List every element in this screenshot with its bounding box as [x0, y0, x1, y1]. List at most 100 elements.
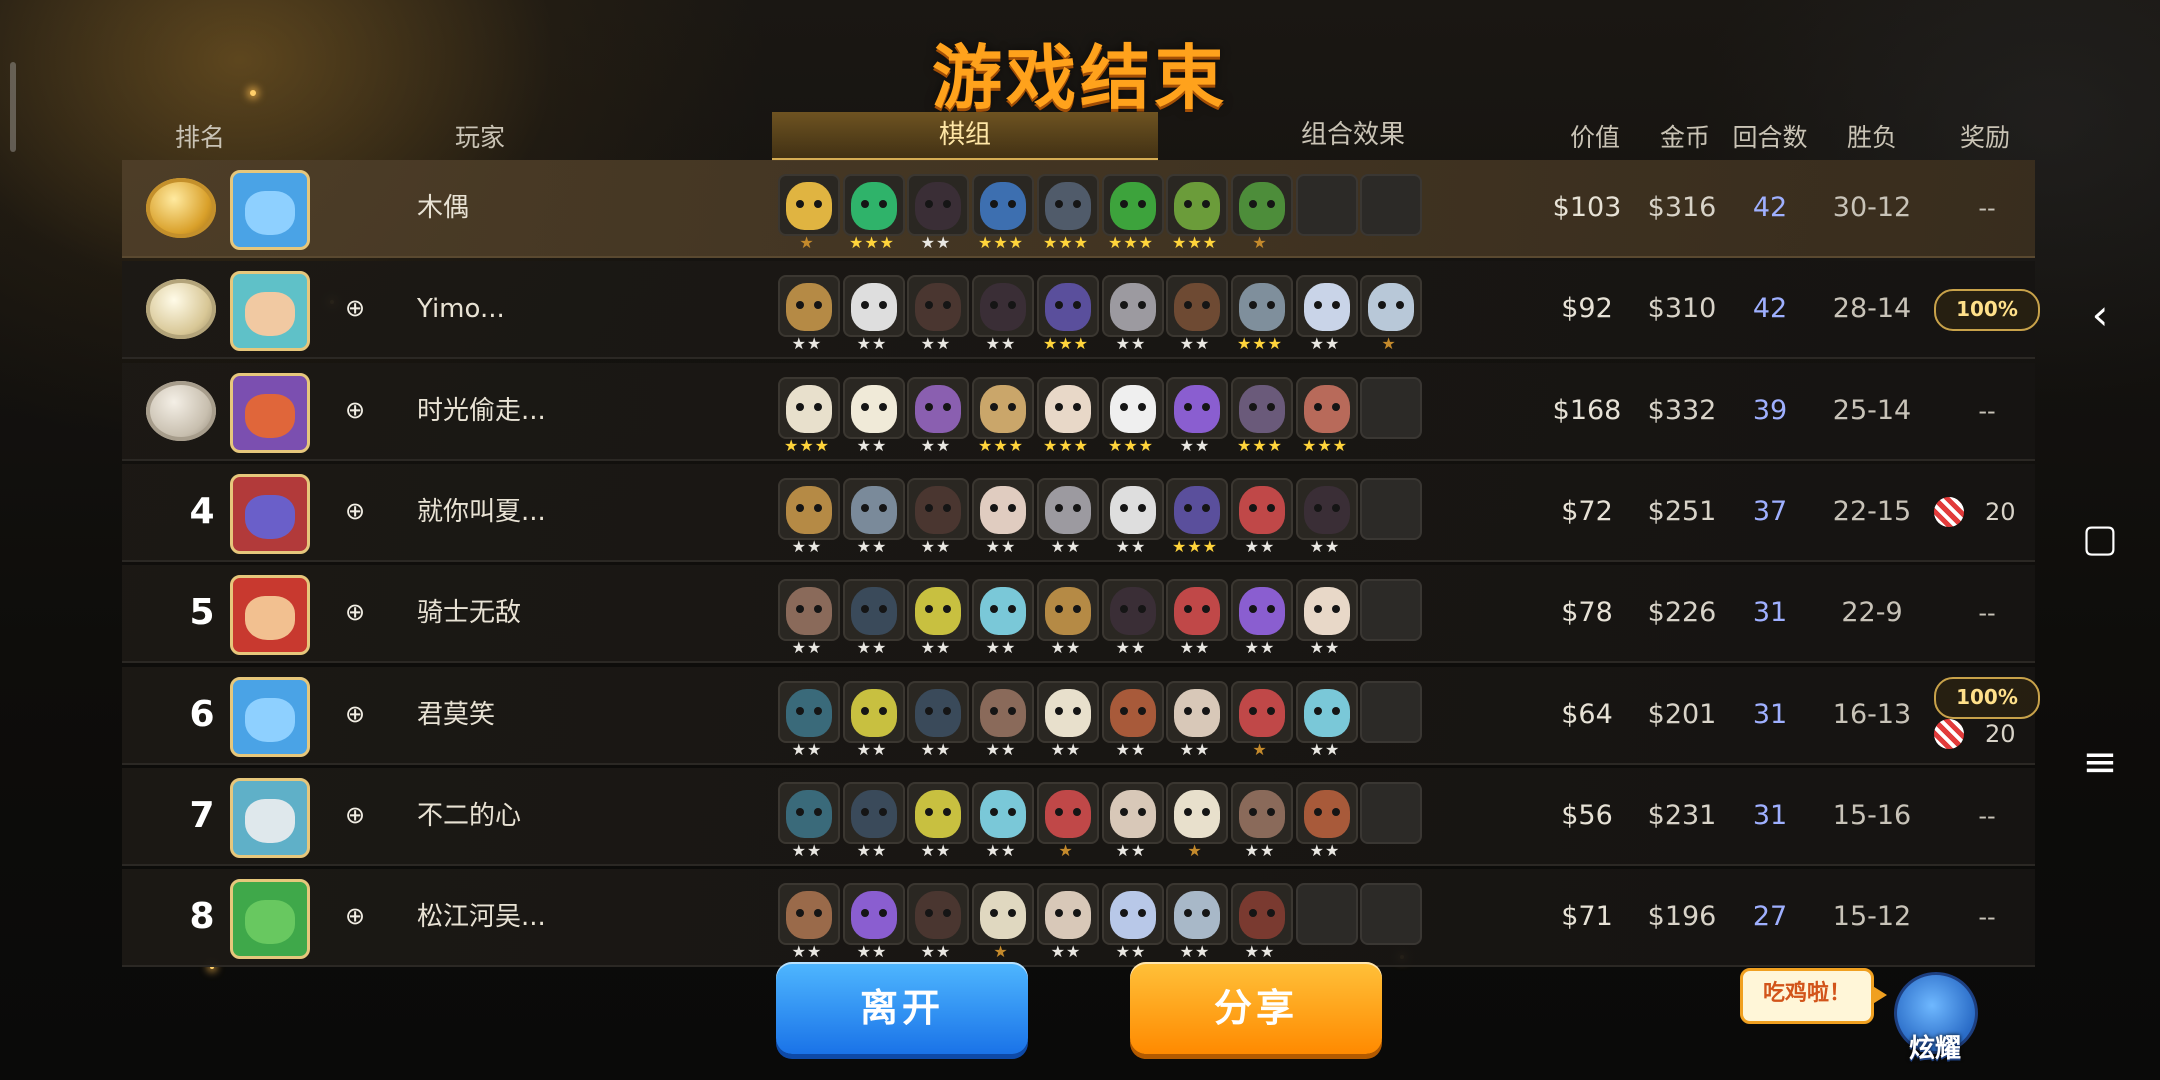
tab-lineup[interactable]: 棋组 [772, 112, 1158, 161]
chess-piece-icon[interactable] [843, 275, 905, 337]
chess-piece-icon[interactable] [843, 478, 905, 540]
chess-piece-icon[interactable] [1166, 883, 1228, 945]
chess-piece-icon[interactable] [843, 782, 905, 844]
add-friend-icon[interactable]: ⊕ [340, 901, 370, 931]
chess-piece-icon[interactable] [1231, 579, 1293, 641]
chess-piece-icon[interactable] [778, 377, 840, 439]
chess-piece-icon[interactable] [1296, 275, 1358, 337]
chess-piece-icon[interactable] [778, 681, 840, 743]
chess-piece-icon[interactable] [843, 377, 905, 439]
chess-piece-icon[interactable] [1360, 275, 1422, 337]
chess-piece-icon[interactable] [972, 883, 1034, 945]
chess-piece-icon[interactable] [778, 478, 840, 540]
avatar[interactable] [230, 778, 310, 858]
add-friend-icon[interactable]: ⊕ [340, 800, 370, 830]
chess-piece-icon[interactable] [1231, 883, 1293, 945]
chess-piece-icon[interactable] [972, 782, 1034, 844]
chess-piece-icon[interactable] [1231, 377, 1293, 439]
show-off-button[interactable]: 炫耀 [1890, 968, 1980, 1064]
add-friend-icon[interactable]: ⊕ [340, 496, 370, 526]
chess-piece-icon[interactable] [907, 275, 969, 337]
player-row[interactable]: ⊕ Yimo... ★★ ★★ ★★ ★★ ★★★ ★★ ★★ ★★★ ★★ ★ $92 $310 42 28… [122, 261, 2040, 359]
add-friend-icon[interactable]: ⊕ [340, 699, 370, 729]
player-row[interactable]: 5 ⊕ 骑士无敌 ★★ ★★ ★★ ★★ ★★ ★★ ★★ ★★ ★★ $78 $226 31 22-9 -- [122, 565, 2035, 663]
chess-piece-icon[interactable] [778, 579, 840, 641]
chess-piece-icon[interactable] [1102, 782, 1164, 844]
chess-piece-icon[interactable] [1102, 478, 1164, 540]
chess-piece-icon[interactable] [1231, 174, 1293, 236]
chess-piece-icon[interactable] [1102, 174, 1164, 236]
chess-piece-icon[interactable] [1102, 579, 1164, 641]
chess-piece-icon[interactable] [1166, 377, 1228, 439]
chess-piece-icon[interactable] [843, 174, 905, 236]
chess-piece-icon[interactable] [1102, 377, 1164, 439]
chess-piece-icon[interactable] [972, 681, 1034, 743]
add-friend-icon[interactable]: ⊕ [340, 293, 370, 323]
chess-piece-icon[interactable] [907, 377, 969, 439]
player-row[interactable]: 8 ⊕ 松江河吴... ★★ ★★ ★★ ★ ★★ ★★ ★★ ★★ $71 $196 27 15-12 -- [122, 869, 2035, 967]
chess-piece-icon[interactable] [1037, 883, 1099, 945]
chess-piece-icon[interactable] [1166, 174, 1228, 236]
back-icon[interactable]: ‹ [2070, 285, 2130, 345]
avatar[interactable] [230, 677, 310, 757]
chess-piece-icon[interactable] [1166, 782, 1228, 844]
tab-synergy[interactable]: 组合效果 [1160, 112, 1546, 158]
chess-piece-icon[interactable] [1296, 579, 1358, 641]
chess-piece-icon[interactable] [972, 377, 1034, 439]
chess-piece-icon[interactable] [1296, 478, 1358, 540]
chess-piece-icon[interactable] [1102, 883, 1164, 945]
chess-piece-icon[interactable] [972, 174, 1034, 236]
player-row[interactable]: 4 ⊕ 就你叫夏... ★★ ★★ ★★ ★★ ★★ ★★ ★★★ ★★ ★★ $72 $251 37 22-… [122, 464, 2035, 562]
leave-button[interactable]: 离开 [776, 962, 1028, 1054]
chess-piece-icon[interactable] [1296, 681, 1358, 743]
chess-piece-icon[interactable] [907, 478, 969, 540]
player-row[interactable]: 木偶 ★ ★★★ ★★ ★★★ ★★★ ★★★ ★★★ ★ $103 $316 42 30-12 -- [122, 160, 2035, 258]
chess-piece-icon[interactable] [1102, 275, 1164, 337]
chess-piece-icon[interactable] [972, 579, 1034, 641]
add-friend-icon[interactable]: ⊕ [340, 395, 370, 425]
chess-piece-icon[interactable] [1102, 681, 1164, 743]
avatar[interactable] [230, 879, 310, 959]
avatar[interactable] [230, 373, 310, 453]
avatar[interactable] [230, 474, 310, 554]
chess-piece-icon[interactable] [1231, 782, 1293, 844]
chess-piece-icon[interactable] [907, 174, 969, 236]
chess-piece-icon[interactable] [907, 883, 969, 945]
share-button[interactable]: 分享 [1130, 962, 1382, 1054]
player-row[interactable]: 7 ⊕ 不二的心 ★★ ★★ ★★ ★★ ★ ★★ ★ ★★ ★★ $56 $231 31 15-16 -- [122, 768, 2035, 866]
chess-piece-icon[interactable] [843, 579, 905, 641]
chess-piece-icon[interactable] [1231, 275, 1293, 337]
avatar[interactable] [230, 271, 310, 351]
chess-piece-icon[interactable] [1166, 579, 1228, 641]
chess-piece-icon[interactable] [1296, 377, 1358, 439]
chess-piece-icon[interactable] [778, 174, 840, 236]
chess-piece-icon[interactable] [1166, 681, 1228, 743]
chess-piece-icon[interactable] [1037, 377, 1099, 439]
avatar[interactable] [230, 575, 310, 655]
add-friend-icon[interactable]: ⊕ [340, 597, 370, 627]
chess-piece-icon[interactable] [907, 681, 969, 743]
chess-piece-icon[interactable] [1231, 478, 1293, 540]
chess-piece-icon[interactable] [972, 478, 1034, 540]
chess-piece-icon[interactable] [1037, 275, 1099, 337]
chess-piece-icon[interactable] [1037, 478, 1099, 540]
chess-piece-icon[interactable] [1296, 782, 1358, 844]
chess-piece-icon[interactable] [1231, 681, 1293, 743]
chess-piece-icon[interactable] [843, 681, 905, 743]
avatar[interactable] [230, 170, 310, 250]
chess-piece-icon[interactable] [1166, 275, 1228, 337]
chess-piece-icon[interactable] [1037, 681, 1099, 743]
menu-icon[interactable]: ≡ [2070, 732, 2130, 792]
chess-piece-icon[interactable] [1037, 174, 1099, 236]
chess-piece-icon[interactable] [1037, 782, 1099, 844]
chess-piece-icon[interactable] [778, 883, 840, 945]
chess-piece-icon[interactable] [1037, 579, 1099, 641]
player-row[interactable]: 6 ⊕ 君莫笑 ★★ ★★ ★★ ★★ ★★ ★★ ★★ ★ ★★ $64 $201 31 16-13 100%… [122, 667, 2040, 765]
chess-piece-icon[interactable] [843, 883, 905, 945]
chess-piece-icon[interactable] [778, 782, 840, 844]
chess-piece-icon[interactable] [778, 275, 840, 337]
chess-piece-icon[interactable] [972, 275, 1034, 337]
home-icon[interactable]: ▢ [2070, 508, 2130, 568]
player-row[interactable]: ⊕ 时光偷走... ★★★ ★★ ★★ ★★★ ★★★ ★★★ ★★ ★★★ ★★★ $168 $332… [122, 363, 2035, 461]
chess-piece-icon[interactable] [907, 579, 969, 641]
